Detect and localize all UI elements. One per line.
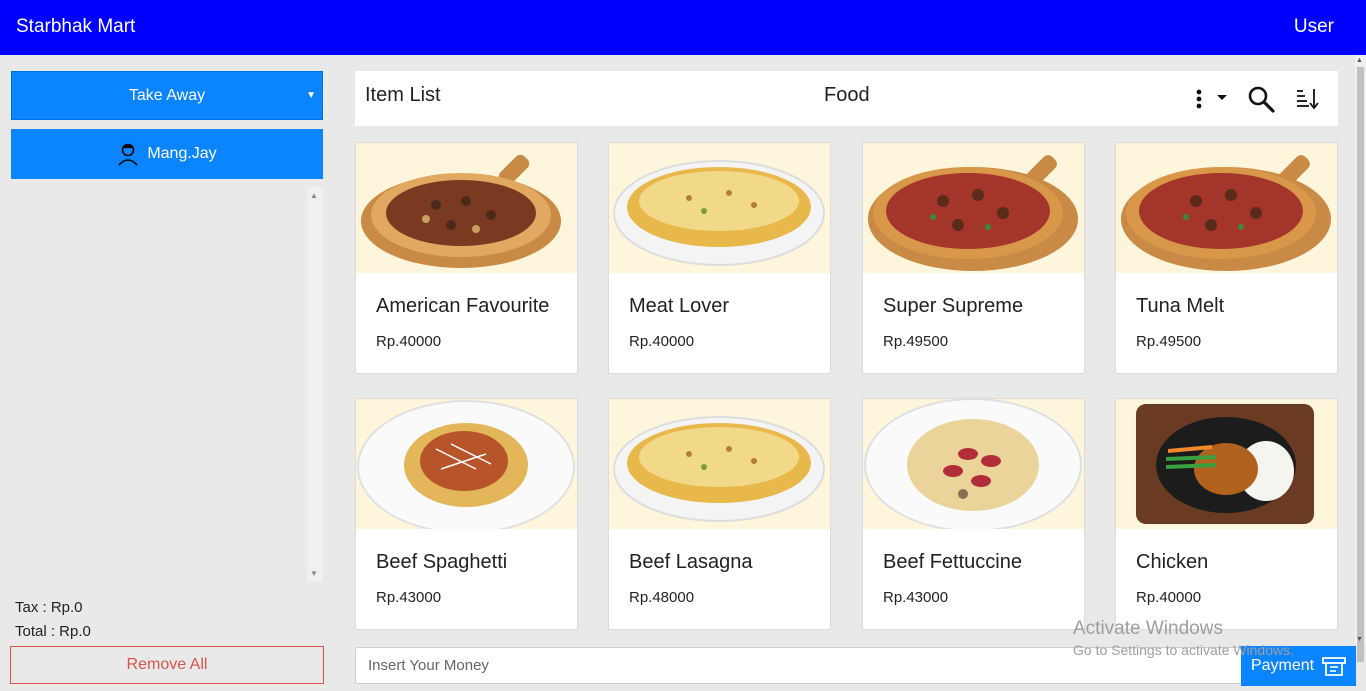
item-name: Chicken: [1136, 551, 1209, 573]
item-price: Rp.40000: [629, 333, 695, 350]
item-card[interactable]: Chicken Rp.40000: [1115, 398, 1338, 630]
remove-all-button[interactable]: Remove All: [10, 646, 324, 684]
customer-name: Mang.Jay: [147, 145, 217, 162]
scroll-down-icon[interactable]: ▼: [1356, 636, 1363, 643]
item-name: Beef Lasagna: [629, 551, 753, 573]
scroll-thumb[interactable]: [1357, 67, 1364, 662]
item-name: American Favourite: [376, 295, 550, 317]
scroll-up-icon[interactable]: ▲: [1356, 57, 1363, 64]
item-card[interactable]: Meat Lover Rp.40000: [608, 142, 831, 374]
item-name: Beef Spaghetti: [376, 551, 508, 573]
tax-amount: Tax : Rp.0: [15, 599, 83, 616]
item-card[interactable]: Super Supreme Rp.49500: [862, 142, 1085, 374]
item-card[interactable]: Beef Lasagna Rp.48000: [608, 398, 831, 630]
item-price: Rp.48000: [629, 589, 695, 606]
item-card[interactable]: American Favourite Rp.40000: [355, 142, 578, 374]
brand-title: Starbhak Mart: [16, 16, 136, 37]
item-price: Rp.40000: [376, 333, 442, 350]
item-list-title: Item List: [365, 84, 441, 106]
item-price: Rp.49500: [1136, 333, 1202, 350]
receipt-icon: [1322, 657, 1346, 676]
order-type-select[interactable]: Take Away ▼: [11, 71, 323, 120]
item-price: Rp.43000: [883, 589, 949, 606]
american-favourite-image: [356, 143, 577, 273]
top-bar: Starbhak Mart User: [0, 0, 1366, 55]
kebab-menu-icon[interactable]: [1195, 87, 1235, 111]
item-price: Rp.40000: [1136, 589, 1202, 606]
order-type-label: Take Away: [128, 86, 206, 104]
item-price: Rp.49500: [883, 333, 949, 350]
scroll-up-icon[interactable]: ▲: [310, 191, 318, 200]
caret-down-icon: ▼: [306, 90, 316, 101]
cart-list[interactable]: [11, 187, 307, 582]
item-name: Beef Fettuccine: [883, 551, 1022, 573]
customer-button[interactable]: Mang.Jay: [11, 129, 323, 179]
search-icon[interactable]: [1247, 85, 1275, 113]
scroll-down-icon[interactable]: ▼: [310, 569, 318, 578]
person-icon: [118, 143, 138, 166]
item-price: Rp.43000: [376, 589, 442, 606]
item-list-header: Item List Food: [355, 71, 1338, 126]
item-card[interactable]: Beef Fettuccine Rp.43000: [862, 398, 1085, 630]
item-name: Super Supreme: [883, 295, 1024, 317]
item-name: Meat Lover: [629, 295, 730, 317]
sort-icon[interactable]: [1295, 87, 1319, 111]
payment-label: Payment: [1250, 657, 1315, 674]
category-title: Food: [824, 84, 870, 106]
beef-lasagna-image: [609, 399, 830, 529]
item-card[interactable]: Beef Spaghetti Rp.43000: [355, 398, 578, 630]
item-card[interactable]: Tuna Melt Rp.49500: [1115, 142, 1338, 374]
super-supreme-image: [863, 143, 1084, 273]
tuna-melt-image: [1116, 143, 1337, 273]
order-sidebar: Take Away ▼ Mang.Jay ▲ ▼ Tax : Rp.0 Tota…: [0, 55, 340, 691]
cart-scrollbar[interactable]: ▲ ▼: [307, 187, 323, 582]
user-menu[interactable]: User: [1294, 16, 1334, 38]
beef-fettuccine-image: [863, 399, 1084, 529]
total-amount: Total : Rp.0: [15, 623, 91, 640]
meat-lover-image: [609, 143, 830, 273]
item-name: Tuna Melt: [1136, 295, 1225, 317]
money-input[interactable]: [355, 647, 1255, 684]
main-scrollbar[interactable]: ▲ ▼: [1355, 55, 1366, 662]
beef-spaghetti-image: [356, 399, 577, 529]
payment-button[interactable]: Payment: [1241, 646, 1356, 686]
chicken-image: [1116, 399, 1337, 529]
